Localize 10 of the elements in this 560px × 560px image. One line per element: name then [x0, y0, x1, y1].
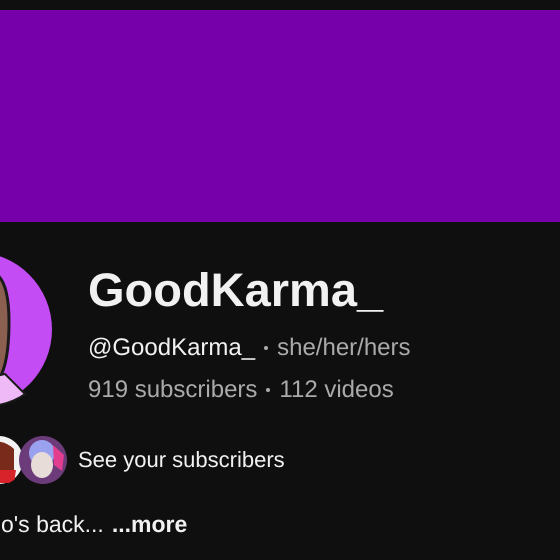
video-count: 112 videos — [279, 376, 394, 404]
channel-description: o's back... — [1, 511, 104, 538]
pronouns: she/her/hers — [277, 334, 411, 362]
subscriber-count: 919 subscribers — [88, 376, 258, 404]
more-link[interactable]: ...more — [112, 511, 188, 538]
see-subscribers-link[interactable]: See your subscribers — [78, 447, 285, 473]
channel-handle: @GoodKarma_ — [88, 334, 256, 362]
channel-name: GoodKarma_ — [88, 262, 384, 318]
separator-dot — [264, 346, 268, 350]
separator-dot — [266, 388, 270, 392]
